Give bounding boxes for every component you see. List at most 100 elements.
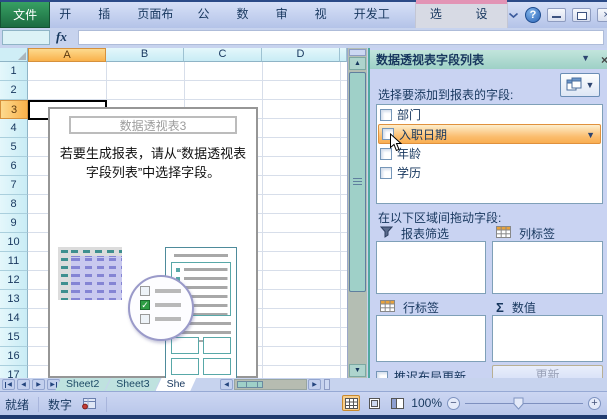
row-header[interactable]: 1: [0, 62, 28, 81]
tab-formulas[interactable]: 公式: [188, 2, 227, 46]
column-header-a[interactable]: A: [28, 48, 106, 62]
previous-sheet-button[interactable]: ◀: [17, 379, 30, 390]
select-all-corner[interactable]: [0, 48, 28, 62]
row-header[interactable]: 16: [0, 347, 28, 366]
values-dropzone[interactable]: [492, 315, 603, 362]
tab-data[interactable]: 数据: [228, 2, 267, 46]
row-header[interactable]: 4: [0, 119, 28, 138]
help-button[interactable]: ?: [525, 7, 542, 23]
scroll-left-icon[interactable]: ◀: [220, 379, 233, 390]
tab-developer[interactable]: 开发工具: [345, 2, 405, 46]
tab-review[interactable]: 审阅: [267, 2, 306, 46]
field-label: 学历: [397, 166, 422, 180]
zoom-out-button[interactable]: −: [447, 396, 460, 410]
first-sheet-button[interactable]: ◀: [2, 379, 15, 390]
zoom-in-button[interactable]: +: [588, 396, 601, 410]
field-item-education[interactable]: 学历: [377, 163, 602, 182]
vertical-scrollbar-thumb[interactable]: [349, 72, 366, 292]
horizontal-scrollbar-thumb[interactable]: [237, 381, 263, 388]
field-item-hire-date[interactable]: 入职日期 ▼: [378, 124, 601, 144]
split-handle[interactable]: [349, 49, 366, 56]
row-header[interactable]: 8: [0, 195, 28, 214]
pane-title-bar[interactable]: 数据透视表字段列表 ▼ ×: [370, 50, 607, 69]
tab-file[interactable]: 文件: [0, 2, 51, 28]
restore-window-button[interactable]: [572, 8, 592, 22]
row-header[interactable]: 10: [0, 233, 28, 252]
row-header[interactable]: 15: [0, 328, 28, 347]
field-dropdown-icon[interactable]: ▼: [586, 130, 595, 140]
column-header-d[interactable]: D: [262, 48, 340, 62]
sheet-tab-sheet3[interactable]: Sheet3: [105, 378, 160, 391]
window-controls: ? ×: [508, 2, 607, 28]
tab-pivottable-design[interactable]: 设计: [461, 2, 507, 46]
field-item-department[interactable]: 部门: [377, 105, 602, 124]
pane-close-icon[interactable]: ×: [601, 53, 607, 67]
pivottable-placeholder[interactable]: 数据透视表3 若要生成报表，请从“数据透视表 字段列表”中选择字段。 ✓: [48, 107, 258, 378]
formula-input[interactable]: [78, 30, 604, 45]
zoom-slider-thumb[interactable]: [513, 397, 524, 413]
sheet-tab-active[interactable]: She: [156, 378, 197, 391]
zoom-level-label: 100%: [411, 396, 442, 410]
row-header[interactable]: 5: [0, 138, 28, 157]
sigma-icon: Σ: [496, 300, 504, 315]
minimize-ribbon-icon[interactable]: [508, 12, 519, 19]
field-checkbox[interactable]: [380, 108, 392, 121]
close-window-button[interactable]: ×: [597, 8, 607, 22]
tab-pivottable-options[interactable]: 选项: [416, 2, 462, 46]
tab-page-layout[interactable]: 页面布局: [128, 2, 188, 46]
row-header[interactable]: 9: [0, 214, 28, 233]
scroll-up-icon[interactable]: ▲: [349, 57, 366, 70]
row-header[interactable]: 11: [0, 252, 28, 271]
column-header-c[interactable]: C: [184, 48, 262, 62]
field-checkbox[interactable]: [380, 166, 392, 179]
row-header[interactable]: 7: [0, 176, 28, 195]
tab-view[interactable]: 视图: [306, 2, 345, 46]
pane-menu-dropdown-icon[interactable]: ▼: [581, 53, 590, 67]
status-separator: [106, 397, 108, 412]
normal-view-icon: [344, 397, 358, 409]
normal-view-button[interactable]: [342, 395, 361, 411]
row-header[interactable]: 17: [0, 366, 28, 378]
page-break-preview-button[interactable]: [388, 395, 406, 411]
illustration-header-column: [58, 247, 71, 300]
name-box[interactable]: [2, 30, 50, 45]
illustration-label-bar: [155, 317, 181, 321]
page-layout-view-button[interactable]: [365, 395, 383, 411]
column-labels-dropzone[interactable]: [492, 241, 603, 294]
row-header[interactable]: 12: [0, 271, 28, 290]
next-sheet-button[interactable]: ▶: [32, 379, 45, 390]
row-labels-dropzone[interactable]: [376, 315, 486, 362]
pane-layout-selector-button[interactable]: ▼: [560, 73, 600, 97]
horizontal-scrollbar[interactable]: ◀ ▶: [220, 379, 332, 390]
zoom-slider[interactable]: [465, 397, 583, 410]
row-header[interactable]: 6: [0, 157, 28, 176]
report-filter-dropzone[interactable]: [376, 241, 486, 294]
tab-file-label: 文件: [13, 8, 38, 22]
column-labels-header: 列标签: [496, 225, 555, 242]
tab-split-handle[interactable]: [324, 379, 330, 390]
row-header[interactable]: 14: [0, 309, 28, 328]
illustration-checkbox-checked: ✓: [140, 300, 150, 310]
sheet-tabs: Sheet2 Sheet3 She: [60, 378, 196, 391]
column-header-b[interactable]: B: [106, 48, 184, 62]
horizontal-scroll-track[interactable]: [234, 379, 307, 390]
illustration-area-grid: [171, 337, 231, 375]
row-labels-header: 行标签: [380, 299, 439, 316]
field-item-age[interactable]: 年龄: [377, 144, 602, 163]
last-sheet-icon: ▶: [50, 382, 55, 388]
vertical-scrollbar[interactable]: ▲ ▼: [347, 48, 367, 378]
stacked-panes-icon: [566, 77, 583, 94]
row-header-selected[interactable]: 3: [0, 100, 28, 119]
minimize-window-button[interactable]: [547, 8, 567, 22]
scroll-right-icon[interactable]: ▶: [308, 379, 321, 390]
magnifier-icon: ✓: [128, 275, 194, 341]
tab-home[interactable]: 开始: [50, 2, 89, 46]
macro-record-icon[interactable]: [81, 397, 97, 413]
illustration-checkbox: [140, 286, 150, 296]
sheet-tab-sheet2[interactable]: Sheet2: [55, 378, 110, 391]
row-header[interactable]: 13: [0, 290, 28, 309]
tab-insert[interactable]: 插入: [89, 2, 128, 46]
scroll-down-icon[interactable]: ▼: [349, 364, 366, 377]
row-header[interactable]: 2: [0, 81, 28, 100]
column-header-partial[interactable]: [340, 48, 347, 62]
